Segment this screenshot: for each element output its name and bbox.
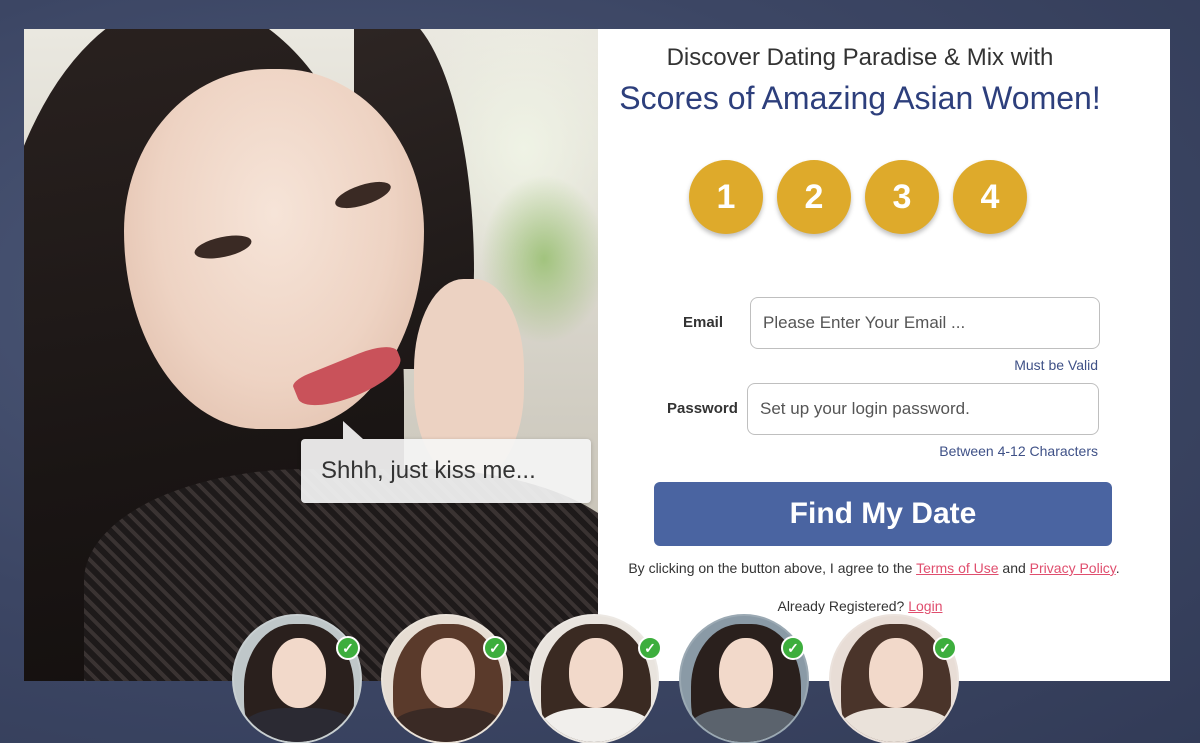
email-label: Email [683,314,724,331]
landing-panel: Shhh, just kiss me... [24,29,1170,681]
headline-line-1: Discover Dating Paradise & Mix with [666,44,1054,71]
verified-check-icon: ✓ [781,636,805,660]
member-avatar-4[interactable] [679,614,809,743]
step-indicator: 1 2 3 4 [689,160,1027,234]
speech-bubble-text: Shhh, just kiss me... [321,457,536,484]
member-avatar-5[interactable] [829,614,959,743]
privacy-policy-link[interactable]: Privacy Policy [1030,560,1116,576]
login-link[interactable]: Login [908,598,942,614]
email-hint: Must be Valid [1014,357,1098,373]
login-prompt: Already Registered? Login [574,598,1146,614]
step-3: 3 [865,160,939,234]
step-1: 1 [689,160,763,234]
find-my-date-button[interactable]: Find My Date [654,482,1112,546]
verified-check-icon: ✓ [483,636,507,660]
legal-prefix: By clicking on the button above, I agree… [628,560,913,576]
verified-check-icon: ✓ [638,636,662,660]
step-4: 4 [953,160,1027,234]
password-hint: Between 4-12 Characters [939,443,1098,459]
speech-bubble: Shhh, just kiss me... [301,421,591,503]
headline-line-2: Scores of Amazing Asian Women! [619,80,1101,116]
verified-check-icon: ✓ [336,636,360,660]
legal-notice: By clicking on the button above, I agree… [574,560,1174,576]
terms-of-use-link[interactable]: Terms of Use [916,560,998,576]
email-field[interactable] [750,297,1100,349]
legal-suffix: . [1115,560,1120,576]
step-2: 2 [777,160,851,234]
member-avatar-1[interactable] [232,614,362,743]
legal-conjunction: and [1002,560,1026,576]
password-field[interactable] [747,383,1099,435]
password-label: Password [667,400,738,417]
login-prompt-text: Already Registered? [777,598,905,614]
verified-check-icon: ✓ [933,636,957,660]
member-avatar-3[interactable] [529,614,659,743]
member-avatar-2[interactable] [381,614,511,743]
hero-photo [24,29,598,681]
